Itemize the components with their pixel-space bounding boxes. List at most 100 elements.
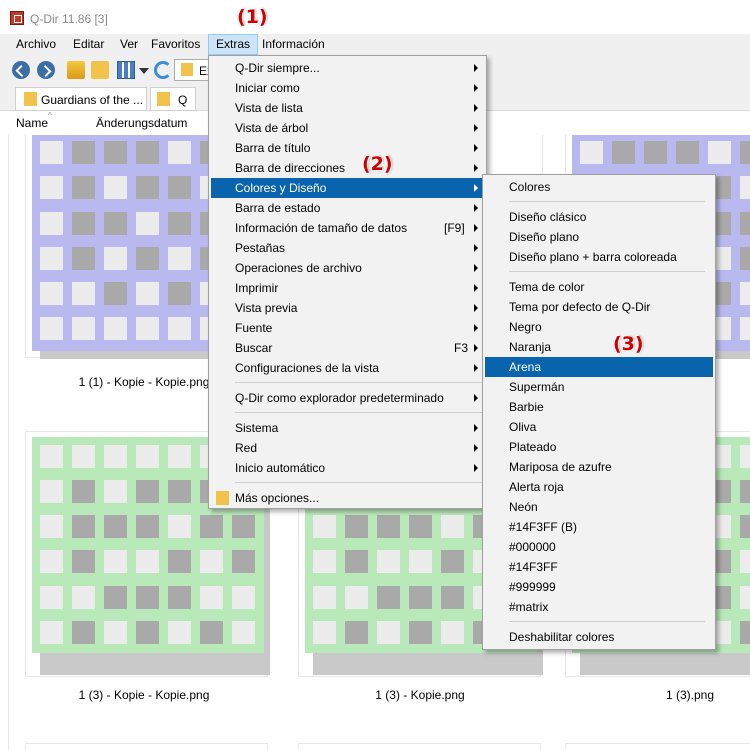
menu-item-operaciones-archivo[interactable]: Operaciones de archivo	[211, 258, 484, 278]
submenu-item-alerta-roja[interactable]: Alerta roja	[485, 477, 713, 497]
thumbnail-pixel	[40, 550, 63, 574]
menu-informacion[interactable]: Información	[255, 34, 332, 55]
thumbnail-pixel	[136, 480, 159, 504]
thumbnail-pixel	[72, 585, 95, 609]
submenu-item-neon[interactable]: Neón	[485, 497, 713, 517]
submenu-item-tema-defecto[interactable]: Tema por defecto de Q-Dir	[485, 297, 713, 317]
menu-item-red[interactable]: Red	[211, 438, 484, 458]
file-name[interactable]: 1 (3) - Kopie - Kopie.png	[24, 688, 264, 702]
up-folder-icon[interactable]	[67, 61, 85, 79]
thumbnail-pixel	[104, 620, 127, 644]
file-name[interactable]: 1 (3) - Kopie.png	[300, 688, 540, 702]
submenu-item-superman[interactable]: Supermán	[485, 377, 713, 397]
menu-item-mas-opciones[interactable]: Más opciones...	[211, 488, 484, 508]
menu-item-vista-lista[interactable]: Vista de lista	[211, 98, 484, 118]
menu-item-info-tamano[interactable]: Información de tamaño de datos [F9]	[211, 218, 484, 238]
menu-item-colores-diseno[interactable]: Colores y Diseño	[211, 178, 484, 198]
submenu-item-negro[interactable]: Negro	[485, 317, 713, 337]
column-date[interactable]: Änderungsdatum	[96, 116, 187, 130]
chevron-right-icon	[474, 344, 478, 352]
thumbnail-pixel	[409, 585, 432, 609]
tab-guardians[interactable]: Guardians of the ...	[15, 87, 147, 111]
window-title: Q-Dir 11.86 [3]	[30, 12, 108, 26]
submenu-item-matrix[interactable]: #matrix	[485, 597, 713, 617]
menu-item-barra-estado[interactable]: Barra de estado	[211, 198, 484, 218]
submenu-item-colores[interactable]: Colores	[485, 177, 713, 197]
submenu-item-deshabilitar[interactable]: Deshabilitar colores	[485, 627, 713, 647]
submenu-item-14f3ff[interactable]: #14F3FF	[485, 557, 713, 577]
submenu-item-diseno-plano[interactable]: Diseño plano	[485, 227, 713, 247]
menu-item-imprimir[interactable]: Imprimir	[211, 278, 484, 298]
thumbnail-pixel	[740, 550, 750, 574]
thumbnail-pixel	[168, 211, 191, 235]
column-name[interactable]: Name	[16, 116, 48, 130]
thumbnail-pixel	[345, 620, 368, 644]
menu-item-buscar[interactable]: Buscar F3	[211, 338, 484, 358]
thumbnail-pixel	[136, 211, 159, 235]
thumbnail-pixel	[104, 211, 127, 235]
menu-item-barra-direcciones[interactable]: Barra de direcciones	[211, 158, 484, 178]
shortcut-label: F3	[454, 341, 469, 355]
extras-menu: Q-Dir siempre... Iniciar como Vista de l…	[208, 55, 487, 509]
thumbnail-pixel	[104, 445, 127, 468]
menu-item-sistema[interactable]: Sistema	[211, 418, 484, 438]
colors-submenu: Colores Diseño clásico Diseño plano Dise…	[482, 174, 716, 650]
menu-editar[interactable]: Editar	[66, 34, 111, 55]
menu-item-explorador-predeterminado[interactable]: Q-Dir como explorador predeterminado	[211, 388, 484, 408]
submenu-item-mariposa[interactable]: Mariposa de azufre	[485, 457, 713, 477]
thumbnail-pixel	[644, 141, 667, 165]
file-name[interactable]: 1 (3).png	[570, 688, 750, 702]
menu-item-barra-titulo[interactable]: Barra de título	[211, 138, 484, 158]
thumbnail-pixel	[136, 550, 159, 574]
submenu-item-naranja[interactable]: Naranja	[485, 337, 713, 357]
back-icon[interactable]	[12, 61, 30, 79]
submenu-item-arena[interactable]: Arena	[485, 357, 713, 377]
thumbnail-pixel	[40, 176, 63, 200]
menu-item-vista-arbol[interactable]: Vista de árbol	[211, 118, 484, 138]
menu-item-vista-previa[interactable]: Vista previa	[211, 298, 484, 318]
thumbnail-pixel	[40, 141, 63, 165]
menu-item-qdir-siempre[interactable]: Q-Dir siempre...	[211, 58, 484, 78]
submenu-item-tema-color[interactable]: Tema de color	[485, 277, 713, 297]
submenu-item-plateado[interactable]: Plateado	[485, 437, 713, 457]
menu-item-pestanas[interactable]: Pestañas	[211, 238, 484, 258]
menu-item-iniciar-como[interactable]: Iniciar como	[211, 78, 484, 98]
tab-q[interactable]: Q	[150, 87, 196, 111]
thumbnail-pixel	[136, 141, 159, 165]
submenu-item-diseno-plano-barra[interactable]: Diseño plano + barra coloreada	[485, 247, 713, 267]
thumbnail-pixel	[232, 515, 255, 539]
thumbnail-pixel	[104, 480, 127, 504]
menu-favoritos[interactable]: Favoritos	[144, 34, 207, 55]
thumbnail-pixel	[104, 176, 127, 200]
forward-icon[interactable]	[37, 61, 55, 79]
menu-item-inicio-automatico[interactable]: Inicio automático	[211, 458, 484, 478]
refresh-icon[interactable]	[154, 61, 172, 79]
thumbnail-pixel	[40, 480, 63, 504]
submenu-item-000000[interactable]: #000000	[485, 537, 713, 557]
submenu-item-oliva[interactable]: Oliva	[485, 417, 713, 437]
chevron-right-icon	[474, 224, 478, 232]
thumbnail-pixel	[232, 550, 255, 574]
submenu-item-diseno-clasico[interactable]: Diseño clásico	[485, 207, 713, 227]
thumbnail-pixel	[72, 515, 95, 539]
chevron-right-icon	[474, 64, 478, 72]
menu-ver[interactable]: Ver	[113, 34, 145, 55]
chevron-right-icon	[474, 304, 478, 312]
new-folder-icon[interactable]	[91, 61, 109, 79]
menu-item-fuente[interactable]: Fuente	[211, 318, 484, 338]
thumbnail-pixel	[168, 550, 191, 574]
menu-extras[interactable]: Extras	[208, 34, 259, 55]
submenu-item-14f3ff-b[interactable]: #14F3FF (B)	[485, 517, 713, 537]
view-mode-icon[interactable]	[117, 61, 135, 79]
submenu-item-999999[interactable]: #999999	[485, 577, 713, 597]
submenu-item-barbie[interactable]: Barbie	[485, 397, 713, 417]
menu-archivo[interactable]: Archivo	[9, 34, 63, 55]
thumbnail-pixel	[740, 316, 750, 340]
thumbnail-pixel	[72, 550, 95, 574]
thumbnail-pixel	[313, 550, 336, 574]
chevron-down-icon[interactable]	[139, 68, 149, 74]
menu-separator	[509, 201, 705, 202]
thumbnail-pixel	[40, 515, 63, 539]
menu-item-config-vista[interactable]: Configuraciones de la vista	[211, 358, 484, 378]
thumbnail-pixel	[136, 316, 159, 340]
